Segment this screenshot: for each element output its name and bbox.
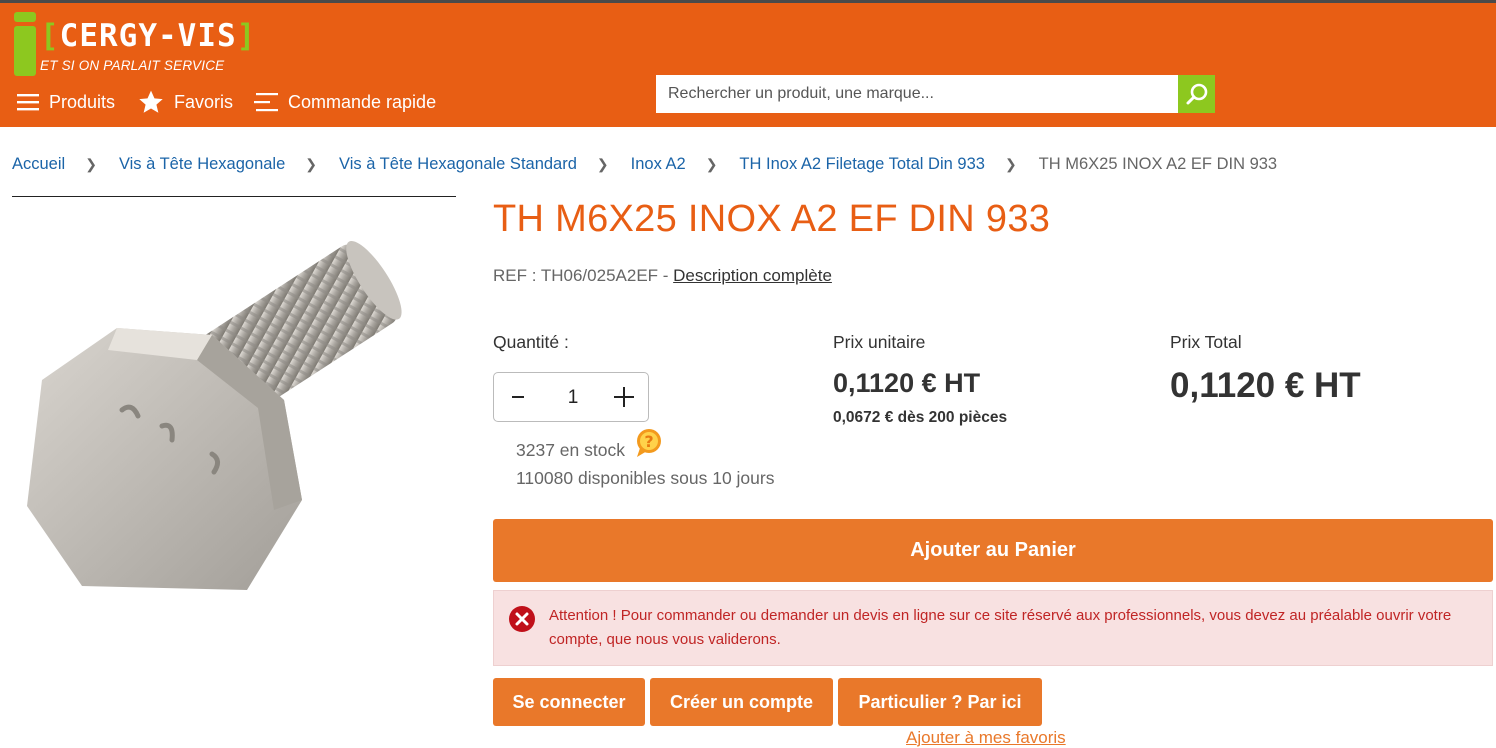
nav-commande-rapide-label: Commande rapide [288, 91, 437, 112]
quantity-label: Quantité : [493, 332, 569, 352]
breadcrumb-th-inox-a2[interactable]: TH Inox A2 Filetage Total Din 933 [739, 155, 985, 174]
chevron-right-icon: ❯ [305, 155, 318, 172]
quantity-increase-button[interactable] [600, 373, 648, 421]
nav-produits[interactable]: Produits [17, 87, 115, 117]
nav-commande-rapide[interactable]: Commande rapide [254, 87, 436, 117]
logo-mark[interactable] [14, 12, 36, 76]
chevron-right-icon: ❯ [596, 155, 609, 172]
product-ref: REF : TH06/025A2EF - Description complèt… [493, 266, 832, 286]
alert-message: Attention ! Pour commander ou demander u… [549, 607, 1452, 648]
chevron-right-icon: ❯ [705, 155, 718, 172]
breadcrumb: Accueil ❯ Vis à Tête Hexagonale ❯ Vis à … [12, 153, 1277, 175]
login-button[interactable]: Se connecter [493, 678, 645, 726]
search-icon [1186, 83, 1207, 105]
help-bubble-icon[interactable]: ? [634, 428, 664, 458]
brand-tagline: ET SI ON PARLAIT SERVICE [40, 58, 225, 73]
site-header: [CERGY-VIS] ET SI ON PARLAIT SERVICE Pro… [0, 3, 1496, 127]
image-divider [12, 196, 456, 197]
total-price-label: Prix Total [1170, 332, 1242, 352]
list-icon [254, 93, 278, 112]
volume-price: 0,0672 € dès 200 pièces [833, 409, 1008, 426]
breadcrumb-current: TH M6X25 INOX A2 EF DIN 933 [1038, 154, 1278, 173]
individual-button[interactable]: Particulier ? Par ici [838, 678, 1042, 726]
chevron-right-icon: ❯ [85, 155, 97, 172]
logo[interactable]: [CERGY-VIS] [40, 16, 256, 56]
add-to-favorites-link[interactable]: Ajouter à mes favoris [906, 728, 1066, 748]
star-icon [139, 90, 163, 113]
quantity-stepper [493, 372, 649, 423]
breadcrumb-inox-a2[interactable]: Inox A2 [631, 155, 686, 174]
breadcrumb-vis-tete-hexagonale-standard[interactable]: Vis à Tête Hexagonale Standard [339, 155, 577, 174]
product-ref-text: REF : TH06/025A2EF - [493, 266, 669, 285]
total-price: 0,1120 € HT [1170, 366, 1361, 405]
product-title: TH M6X25 INOX A2 EF DIN 933 [493, 198, 1051, 240]
hamburger-icon [17, 94, 39, 111]
svg-text:?: ? [644, 432, 653, 451]
breadcrumb-accueil[interactable]: Accueil [12, 155, 65, 174]
description-link[interactable]: Description complète [673, 266, 832, 285]
stock-status: 3237 en stock [516, 440, 625, 460]
minus-icon [512, 396, 524, 398]
brand-name: CERGY-VIS [59, 18, 237, 54]
create-account-button[interactable]: Créer un compte [650, 678, 833, 726]
nav-favoris[interactable]: Favoris [138, 87, 233, 117]
error-icon [509, 606, 535, 632]
product-image[interactable] [12, 210, 456, 640]
breadcrumb-vis-tete-hexagonale[interactable]: Vis à Tête Hexagonale [119, 155, 285, 174]
search-input[interactable] [656, 75, 1178, 113]
plus-icon [614, 387, 634, 407]
unit-price: 0,1120 € HT [833, 368, 981, 398]
quantity-input[interactable] [542, 373, 604, 423]
professional-alert: Attention ! Pour commander ou demander u… [493, 590, 1493, 666]
nav-produits-label: Produits [49, 91, 116, 112]
search-button[interactable] [1178, 75, 1215, 113]
add-to-cart-button[interactable]: Ajouter au Panier [493, 519, 1493, 582]
chevron-right-icon: ❯ [1004, 155, 1017, 172]
nav-favoris-label: Favoris [174, 91, 234, 112]
unit-price-label: Prix unitaire [833, 332, 926, 352]
quantity-decrease-button[interactable] [494, 373, 542, 421]
availability-status: 110080 disponibles sous 10 jours [516, 468, 775, 488]
